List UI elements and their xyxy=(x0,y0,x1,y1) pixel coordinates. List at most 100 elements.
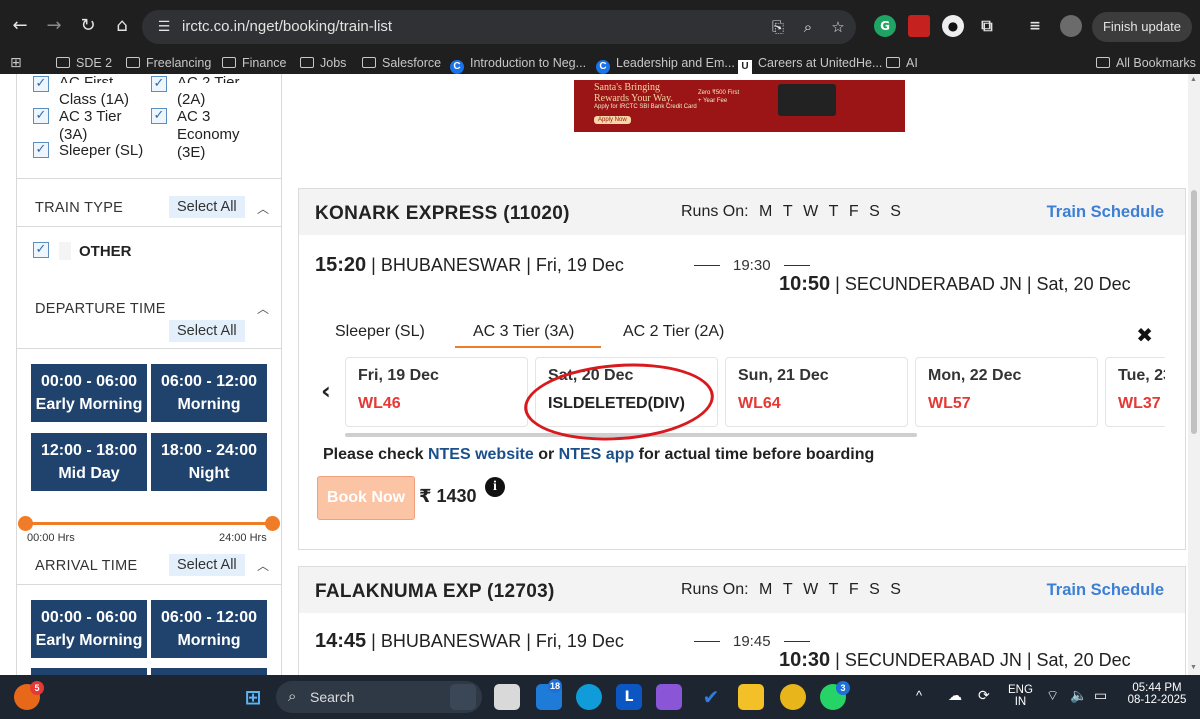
bookmark-ai[interactable]: AI xyxy=(886,54,918,72)
forward-icon[interactable]: → xyxy=(42,14,66,38)
availability-status: WL46 xyxy=(358,395,401,412)
dep-night[interactable]: 18:00 - 24:00 Night xyxy=(151,433,267,491)
windows-start-icon[interactable]: ⊞ xyxy=(240,684,266,710)
arr-early-morning[interactable]: 00:00 - 06:00 Early Morning xyxy=(31,600,147,658)
bookmark-star-icon[interactable]: ☆ xyxy=(828,17,848,37)
chevron-up-icon[interactable]: ︿ xyxy=(257,300,269,317)
sync-icon[interactable]: ⟳ xyxy=(978,687,990,704)
train-schedule-link[interactable]: Train Schedule xyxy=(1047,581,1164,600)
dep-early-morning[interactable]: 00:00 - 06:00 Early Morning xyxy=(31,364,147,422)
bookmark-jobs[interactable]: Jobs xyxy=(300,54,346,72)
edge-icon[interactable] xyxy=(576,684,602,710)
profile-avatar[interactable] xyxy=(1060,15,1082,37)
bookmark-sde2[interactable]: SDE 2 xyxy=(56,54,112,72)
availability-card[interactable]: Tue, 23 Dec WL37 xyxy=(1105,357,1165,427)
arr-night[interactable] xyxy=(151,668,267,675)
app-l-icon[interactable]: L xyxy=(616,684,642,710)
close-icon[interactable]: ✖ xyxy=(1136,323,1153,347)
folder-icon xyxy=(126,57,140,68)
departure-select-all[interactable]: Select All xyxy=(169,320,245,342)
bookmark-freelancing[interactable]: Freelancing xyxy=(126,54,211,72)
availability-date: Sat, 20 Dec xyxy=(548,367,634,384)
cloud-icon[interactable]: ☁ xyxy=(948,687,962,704)
sbi-card-banner[interactable]: Santa's Bringing Rewards Your Way. Apply… xyxy=(574,80,905,132)
departure-slider-min-handle[interactable] xyxy=(18,516,33,531)
ntes-app-link[interactable]: NTES app xyxy=(559,446,635,463)
copilot-icon[interactable] xyxy=(656,684,682,710)
volume-icon[interactable]: 🔈 xyxy=(1070,687,1087,704)
todo-icon[interactable]: ✔ xyxy=(698,684,724,710)
folder-icon xyxy=(1096,57,1110,68)
departure-info: 15:20 | BHUBANESWAR | Fri, 19 Dec xyxy=(315,252,645,279)
scrollbar-thumb[interactable] xyxy=(1191,190,1197,434)
file-explorer-icon[interactable] xyxy=(738,684,764,710)
departure-time: 15:20 xyxy=(315,254,367,276)
book-now-button[interactable]: Book Now xyxy=(317,476,415,520)
checkbox-other[interactable]: ✓ xyxy=(33,242,49,258)
apps-grid-icon[interactable]: ⊞ xyxy=(10,54,22,72)
chevron-up-icon[interactable]: ︿ xyxy=(257,557,269,574)
chrome-icon[interactable] xyxy=(780,684,806,710)
zoom-icon[interactable]: ⌕ xyxy=(798,17,818,37)
departure-slider-max-handle[interactable] xyxy=(265,516,280,531)
ntes-website-link[interactable]: NTES website xyxy=(428,446,534,463)
back-icon[interactable]: ← xyxy=(8,14,32,38)
availability-date: Fri, 19 Dec xyxy=(358,367,439,384)
install-icon[interactable]: ⎘ xyxy=(768,17,788,37)
address-bar[interactable]: ☰ irctc.co.in/nget/booking/train-list ⎘ … xyxy=(142,10,856,44)
extension-icon[interactable]: ● xyxy=(942,15,964,37)
arrival-select-all[interactable]: Select All xyxy=(169,554,245,576)
url-text: irctc.co.in/nget/booking/train-list xyxy=(182,18,393,35)
battery-icon[interactable]: ▭ xyxy=(1094,687,1107,704)
arr-morning[interactable]: 06:00 - 12:00 Morning xyxy=(151,600,267,658)
clock[interactable]: 05:44 PM 08-12-2025 xyxy=(1124,682,1190,706)
bookmark-salesforce[interactable]: Salesforce xyxy=(362,54,441,72)
class-2a-top: AC 2 Tier xyxy=(177,74,240,83)
tab-ac2[interactable]: AC 2 Tier (2A) xyxy=(623,323,724,341)
scroll-up-icon[interactable]: ▲ xyxy=(1190,76,1197,83)
scroll-down-icon[interactable]: ▼ xyxy=(1190,664,1197,671)
grammarly-icon[interactable]: G xyxy=(874,15,896,37)
tray-overflow-icon[interactable]: ^ xyxy=(916,688,922,703)
extensions-puzzle-icon[interactable]: ⧉ xyxy=(976,15,998,37)
language-indicator[interactable]: ENG IN xyxy=(1008,684,1033,708)
availability-card[interactable]: Sun, 21 Dec WL64 xyxy=(725,357,908,427)
banner-line2: Rewards Your Way. xyxy=(594,93,673,104)
availability-card[interactable]: Mon, 22 Dec WL57 xyxy=(915,357,1098,427)
arr-mid-day[interactable] xyxy=(31,668,147,675)
home-icon[interactable]: ⌂ xyxy=(110,14,134,38)
bookmark-all[interactable]: All Bookmarks xyxy=(1096,54,1196,72)
search-icon: ⌕ xyxy=(288,687,297,705)
banner-apply-button[interactable]: Apply Now xyxy=(594,116,631,124)
bookmark-finance[interactable]: Finance xyxy=(222,54,286,72)
dep-mid-day[interactable]: 12:00 - 18:00 Mid Day xyxy=(31,433,147,491)
availability-card[interactable]: Fri, 19 Dec WL46 xyxy=(345,357,528,427)
availability-card[interactable]: Sat, 20 Dec ISLDELETED(DIV) xyxy=(535,357,718,427)
availability-scrollbar[interactable] xyxy=(345,433,917,437)
finish-update-button[interactable]: Finish update xyxy=(1092,12,1192,42)
banner-line1: Santa's Bringing xyxy=(594,82,660,93)
checkbox-3e[interactable]: ✓ xyxy=(151,108,167,124)
checkbox-1a[interactable]: ✓ xyxy=(33,76,49,92)
train-schedule-link[interactable]: Train Schedule xyxy=(1047,203,1164,222)
checkbox-3a[interactable]: ✓ xyxy=(33,108,49,124)
checkbox-sl[interactable]: ✓ xyxy=(33,142,49,158)
dep-morning[interactable]: 06:00 - 12:00 Morning xyxy=(151,364,267,422)
bookmark-negotiation[interactable]: C Introduction to Neg... xyxy=(450,54,586,74)
bookmark-careers[interactable]: U Careers at UnitedHe... xyxy=(738,54,882,74)
wifi-icon[interactable]: ⌔ xyxy=(1046,687,1059,705)
info-icon[interactable]: i xyxy=(485,477,505,497)
task-view-icon[interactable] xyxy=(494,684,520,710)
chevron-up-icon[interactable]: ︿ xyxy=(257,200,269,217)
checkbox-2a[interactable]: ✓ xyxy=(151,76,167,92)
site-info-icon[interactable]: ☰ xyxy=(154,17,174,37)
bookmark-leadership[interactable]: C Leadership and Em... xyxy=(596,54,735,74)
chevron-left-icon[interactable]: ‹ xyxy=(321,377,331,405)
pdf-extension-icon[interactable] xyxy=(908,15,930,37)
tab-sleeper[interactable]: Sleeper (SL) xyxy=(335,323,425,341)
media-controls-icon[interactable]: ≡ xyxy=(1024,15,1046,37)
tab-ac3[interactable]: AC 3 Tier (3A) xyxy=(473,323,574,341)
train-type-select-all[interactable]: Select All xyxy=(169,196,245,218)
reload-icon[interactable]: ↻ xyxy=(76,14,100,38)
page-scrollbar[interactable]: ▲ ▼ xyxy=(1188,74,1200,675)
